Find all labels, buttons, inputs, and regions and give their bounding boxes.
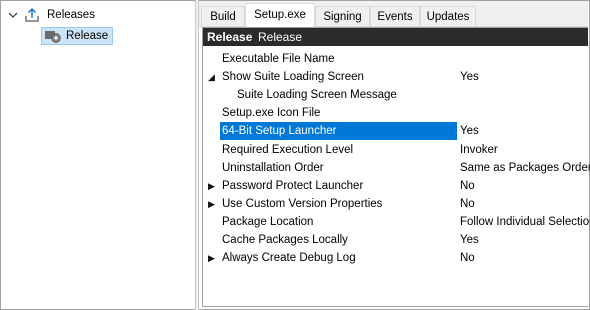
header-subtitle: Release <box>258 30 303 44</box>
property-name: Cache Packages Locally <box>222 234 348 246</box>
release-tree: Releases Release <box>1 1 195 308</box>
property-row[interactable]: Executable File Name <box>203 50 588 68</box>
collapsed-arrow-icon[interactable]: ▶ <box>208 177 218 195</box>
property-name: Show Suite Loading Screen <box>222 71 364 84</box>
property-value[interactable]: Invoker <box>460 141 498 159</box>
collapsed-arrow-icon[interactable]: ▶ <box>208 195 218 213</box>
tab-build[interactable]: Build <box>201 6 245 26</box>
property-name: Uninstallation Order <box>222 161 324 174</box>
property-row[interactable]: 64-Bit Setup Launcher Yes <box>203 122 588 141</box>
tab-setup-exe[interactable]: Setup.exe <box>245 3 315 27</box>
property-name: Use Custom Version Properties <box>222 197 383 210</box>
tab-events[interactable]: Events <box>370 6 420 26</box>
property-value[interactable]: No <box>460 249 475 267</box>
settings-pane: Build Setup.exe Signing Events Updates R… <box>199 1 590 308</box>
property-row[interactable]: Required Execution Level Invoker <box>203 141 588 159</box>
property-name: Executable File Name <box>222 53 335 65</box>
tab-updates[interactable]: Updates <box>420 6 476 26</box>
tree-item-releases[interactable]: Releases <box>7 6 187 24</box>
tree-item-release[interactable]: Release <box>41 27 113 45</box>
property-name: Package Location <box>222 215 314 228</box>
property-value[interactable]: Yes <box>460 231 479 249</box>
tab-strip: Build Setup.exe Signing Events Updates <box>199 1 588 27</box>
property-row[interactable]: Uninstallation Order Same as Packages Ord… <box>203 159 590 177</box>
property-name: Required Execution Level <box>222 143 354 156</box>
chevron-down-icon[interactable] <box>7 6 19 31</box>
property-name: Suite Loading Screen Message <box>237 89 397 102</box>
property-value[interactable]: Follow Individual Selection <box>460 213 590 231</box>
property-value[interactable]: No <box>460 195 475 213</box>
release-settings-icon <box>44 28 61 44</box>
collapsed-arrow-icon[interactable]: ▶ <box>208 249 218 267</box>
releases-upload-icon <box>24 7 40 23</box>
property-value[interactable]: Same as Packages Order <box>460 159 590 177</box>
property-value[interactable]: No <box>460 177 475 195</box>
expanded-arrow-icon[interactable]: ◢ <box>208 68 218 86</box>
property-value[interactable]: Yes <box>460 68 479 86</box>
property-name: Always Create Debug Log <box>222 252 356 265</box>
property-row[interactable]: ▶ Password Protect Launcher No <box>203 177 588 195</box>
property-row[interactable]: Suite Loading Screen Message <box>203 86 588 104</box>
property-row[interactable]: Package Location Follow Individual Select… <box>203 213 590 231</box>
property-row[interactable]: ▶ Always Create Debug Log No <box>203 249 588 267</box>
property-name: Setup.exe Icon File <box>222 107 321 120</box>
property-grid: Release Release Executable File Name ◢ Sho… <box>202 27 590 307</box>
property-name: 64-Bit Setup Launcher <box>220 122 457 141</box>
property-name: Password Protect Launcher <box>222 179 364 192</box>
tree-item-label: Release <box>66 30 109 42</box>
property-value[interactable]: Yes <box>460 122 479 140</box>
property-row[interactable]: Setup.exe Icon File <box>203 104 588 122</box>
property-row[interactable]: ▶ Use Custom Version Properties No <box>203 195 588 213</box>
tree-item-label: Releases <box>47 9 95 21</box>
header-title: Release <box>207 30 253 44</box>
property-row[interactable]: ◢ Show Suite Loading Screen Yes <box>203 68 588 86</box>
property-row[interactable]: Cache Packages Locally Yes <box>203 231 588 249</box>
tab-signing[interactable]: Signing <box>315 6 370 26</box>
property-grid-header: Release Release <box>203 28 588 46</box>
